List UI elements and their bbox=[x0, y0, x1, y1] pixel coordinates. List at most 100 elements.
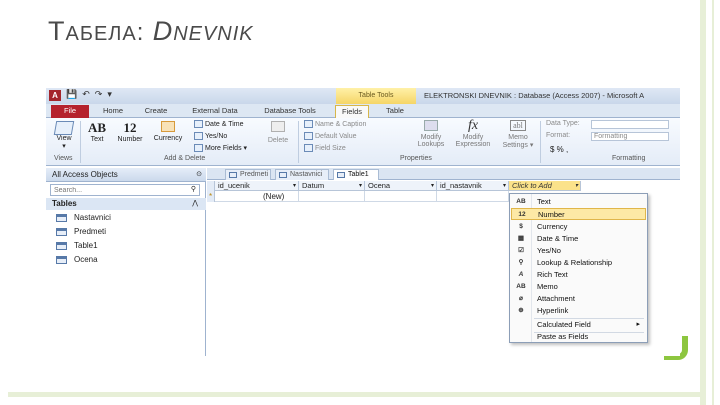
menu-item-yes-no[interactable]: ☑ Yes/No bbox=[511, 245, 646, 257]
menu-item-calculated-field[interactable]: Calculated Field ▸ bbox=[511, 319, 646, 331]
format-select[interactable]: Formatting bbox=[591, 132, 669, 141]
tab-table[interactable]: Table bbox=[380, 105, 410, 118]
menu-item-lookup-relationship[interactable]: ⚲ Lookup & Relationship bbox=[511, 257, 646, 269]
redo-icon[interactable]: ↷ bbox=[95, 89, 103, 99]
doc-tab-nastavnici[interactable]: Nastavnici bbox=[275, 169, 329, 180]
new-record-id-cell[interactable]: (New) bbox=[215, 191, 299, 202]
delete-field-button[interactable]: Delete bbox=[264, 121, 292, 144]
undo-icon[interactable]: ↶ bbox=[82, 89, 90, 99]
nav-item-nastavnici[interactable]: Nastavnici bbox=[56, 212, 111, 224]
column-header-id-nastavnik[interactable]: id_nastavnik ▾ bbox=[437, 181, 509, 191]
text-field-icon: AB bbox=[87, 120, 107, 135]
memo-settings-label-1: Memo bbox=[508, 134, 528, 141]
column-header-label: id_nastavnik bbox=[440, 181, 482, 190]
column-dropdown-icon[interactable]: ▾ bbox=[431, 181, 434, 191]
paperclip-icon: ⌀ bbox=[519, 295, 523, 302]
nav-search-input[interactable] bbox=[51, 185, 181, 196]
menu-item-rich-text[interactable]: A Rich Text bbox=[511, 269, 646, 281]
doc-tab-table1[interactable]: Table1 bbox=[333, 169, 379, 180]
checkbox-icon bbox=[194, 132, 203, 140]
data-type-select[interactable] bbox=[591, 120, 669, 129]
click-to-add-column[interactable]: Click to Add ▾ bbox=[509, 181, 581, 191]
column-dropdown-icon[interactable]: ▾ bbox=[503, 181, 506, 191]
text-icon: AB bbox=[516, 198, 526, 205]
more-fields-button[interactable]: More Fields ▾ bbox=[194, 144, 247, 153]
save-icon[interactable]: 💾 bbox=[66, 89, 77, 99]
new-record-ocena-cell[interactable] bbox=[365, 191, 437, 202]
menu-item-hyperlink[interactable]: ⊕ Hyperlink bbox=[511, 305, 646, 317]
add-currency-field-button[interactable]: Currency bbox=[150, 121, 186, 142]
column-dropdown-icon[interactable]: ▾ bbox=[359, 181, 362, 191]
nav-pane-header[interactable]: All Access Objects ⊙ bbox=[46, 168, 206, 182]
delete-label: Delete bbox=[267, 137, 289, 144]
nav-item-label: Table1 bbox=[74, 241, 98, 250]
new-record-id-nastavnik-cell[interactable] bbox=[437, 191, 509, 202]
menu-item-paste-as-fields[interactable]: Paste as Fields bbox=[511, 331, 646, 343]
add-text-field-button[interactable]: AB Text bbox=[86, 120, 108, 143]
tab-home[interactable]: Home bbox=[98, 105, 128, 118]
nav-item-ocena[interactable]: Ocena bbox=[56, 254, 98, 266]
number-icon: 12 bbox=[518, 211, 526, 218]
add-number-field-button[interactable]: 12 Number bbox=[114, 120, 146, 143]
delete-field-icon bbox=[264, 121, 292, 137]
table-icon bbox=[337, 172, 345, 178]
group-add-delete-label: Add & Delete bbox=[164, 155, 206, 162]
modify-expression-label-2: Expression bbox=[455, 141, 491, 148]
modify-expression-button[interactable]: fx Modify Expression bbox=[453, 118, 493, 148]
chevron-up-icon[interactable]: ⋀ bbox=[192, 198, 198, 210]
menu-item-label: Text bbox=[537, 197, 551, 206]
title-italic-rest: NEVNIK bbox=[173, 23, 254, 45]
modify-lookups-button[interactable]: Modify Lookups bbox=[416, 120, 446, 148]
search-icon[interactable]: ⚲ bbox=[191, 185, 196, 193]
nav-item-predmeti[interactable]: Predmeti bbox=[56, 226, 106, 238]
menu-item-attachment[interactable]: ⌀ Attachment bbox=[511, 293, 646, 305]
tab-fields[interactable]: Fields bbox=[335, 105, 369, 118]
modify-lookups-icon bbox=[416, 120, 446, 134]
name-caption-icon bbox=[304, 120, 313, 128]
doc-tab-label: Predmeti bbox=[240, 171, 269, 178]
access-app-icon[interactable]: A bbox=[49, 90, 61, 101]
column-header-datum[interactable]: Datum ▾ bbox=[299, 181, 365, 191]
tab-external-data[interactable]: External Data bbox=[186, 105, 244, 118]
doc-tab-predmeti[interactable]: Predmeti bbox=[225, 169, 271, 180]
field-size-button[interactable]: Field Size bbox=[304, 144, 346, 152]
column-header-id-ucenik[interactable]: id_ucenik ▾ bbox=[215, 181, 299, 191]
default-value-icon bbox=[304, 132, 313, 140]
field-size-label: Field Size bbox=[315, 144, 346, 152]
tab-database-tools[interactable]: Database Tools bbox=[257, 105, 323, 118]
menu-item-text[interactable]: AB Text bbox=[511, 196, 646, 208]
menu-item-currency[interactable]: $ Currency bbox=[511, 221, 646, 233]
memo-settings-button[interactable]: abl Memo Settings ▾ bbox=[500, 120, 536, 149]
document-tabs: Predmeti Nastavnici Table1 bbox=[207, 168, 680, 180]
add-yes-no-button[interactable]: Yes/No bbox=[194, 132, 227, 140]
nav-section-tables[interactable]: Tables ⋀ bbox=[46, 198, 206, 210]
menu-item-date-time[interactable]: ▦ Date & Time bbox=[511, 233, 646, 245]
submenu-arrow-icon: ▸ bbox=[636, 321, 640, 328]
menu-item-label: Memo bbox=[537, 282, 558, 291]
default-value-button[interactable]: Default Value bbox=[304, 132, 357, 140]
menu-item-label: Currency bbox=[537, 222, 568, 231]
view-icon bbox=[53, 121, 75, 135]
customize-qat-icon[interactable]: ▾ bbox=[107, 89, 112, 99]
table-tools-context: Table Tools bbox=[336, 88, 416, 104]
navigation-pane: All Access Objects ⊙ ⚲ Tables ⋀ Nastavni… bbox=[46, 168, 206, 356]
add-date-time-button[interactable]: Date & Time bbox=[194, 120, 244, 128]
tab-file[interactable]: File bbox=[51, 105, 89, 118]
view-button[interactable]: View ▾ bbox=[52, 121, 76, 150]
tab-create[interactable]: Create bbox=[140, 105, 172, 118]
title-italic-first: D bbox=[152, 16, 174, 46]
nav-item-label: Ocena bbox=[74, 255, 98, 264]
nav-collapse-icon[interactable]: ⊙ bbox=[196, 168, 202, 182]
menu-item-memo[interactable]: AB Memo bbox=[511, 281, 646, 293]
column-dropdown-icon[interactable]: ▾ bbox=[575, 181, 578, 191]
new-record-datum-cell[interactable] bbox=[299, 191, 365, 202]
number-format-symbols[interactable]: $ % , bbox=[550, 145, 568, 154]
name-caption-button[interactable]: Name & Caption bbox=[304, 120, 366, 128]
column-dropdown-icon[interactable]: ▾ bbox=[293, 181, 296, 191]
modify-lookups-label-1: Modify bbox=[420, 134, 442, 141]
menu-item-number[interactable]: 12 Number bbox=[511, 208, 646, 220]
column-header-ocena[interactable]: Ocena ▾ bbox=[365, 181, 437, 191]
nav-item-table1[interactable]: Table1 bbox=[56, 240, 98, 252]
slide-border-bottom bbox=[8, 392, 700, 397]
title-first-letter: T bbox=[48, 16, 66, 46]
